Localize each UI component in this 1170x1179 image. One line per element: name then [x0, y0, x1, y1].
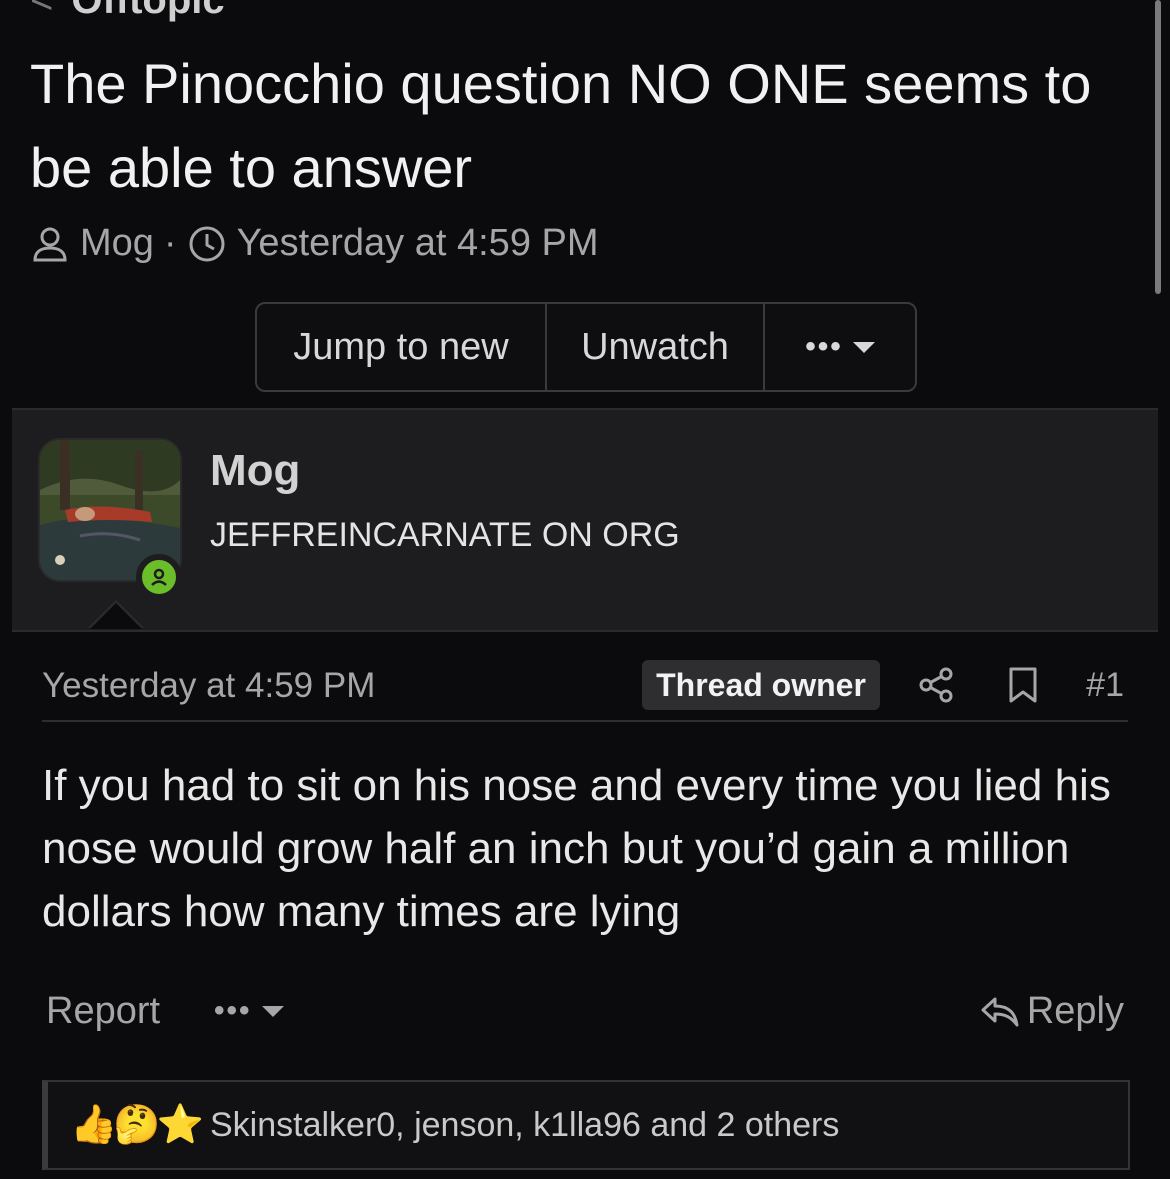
scrollbar[interactable] — [1155, 0, 1161, 294]
post-body: If you had to sit on his nose and every … — [42, 761, 1111, 936]
post-more-button[interactable]: ••• — [214, 994, 284, 1028]
reply-icon — [981, 997, 1019, 1026]
thread-owner-badge: Thread owner — [642, 660, 880, 710]
thread-time[interactable]: Yesterday at 4:59 PM — [237, 222, 599, 265]
share-icon[interactable] — [918, 666, 956, 704]
report-link[interactable]: Report — [46, 990, 160, 1033]
ellipsis-icon: ••• — [805, 330, 843, 363]
reaction-icons: 👍 🤔 ⭐ — [70, 1103, 204, 1147]
online-status-icon — [136, 554, 182, 600]
chevron-down-icon — [261, 1005, 284, 1017]
meta-separator: · — [163, 222, 177, 264]
reactions-bar[interactable]: 👍 🤔 ⭐ Skinstalker0, jenson, k1lla96 and … — [42, 1080, 1130, 1170]
thread-title: The Pinocchio question NO ONE seems to b… — [30, 52, 1092, 199]
star-icon: ⭐ — [156, 1104, 204, 1146]
post-username[interactable]: Mog — [210, 446, 300, 496]
reactions-summary[interactable]: Skinstalker0, jenson, k1lla96 and 2 othe… — [210, 1106, 839, 1145]
reply-button[interactable]: Reply — [979, 990, 1124, 1033]
chevron-down-icon — [852, 341, 875, 353]
thread-meta: Mog · Yesterday at 4:59 PM — [30, 222, 599, 265]
breadcrumb[interactable]: < Offtopic — [30, 0, 225, 23]
user-title: JEFFREINCARNATE ON ORG — [210, 516, 680, 554]
unwatch-button[interactable]: Unwatch — [547, 304, 765, 390]
thinking-face-icon: 🤔 — [113, 1104, 161, 1146]
breadcrumb-label: Offtopic — [71, 0, 225, 22]
user-card: Mog JEFFREINCARNATE ON ORG — [12, 408, 1158, 632]
user-icon — [33, 227, 67, 261]
post-number-link[interactable]: #1 — [1086, 666, 1124, 705]
clock-icon — [189, 226, 225, 261]
post-time[interactable]: Yesterday at 4:59 PM — [42, 666, 375, 706]
post-header: Yesterday at 4:59 PM Thread owner #1 — [42, 660, 1128, 722]
thumbs-up-icon: 👍 — [70, 1104, 118, 1146]
card-pointer — [88, 600, 144, 629]
more-options-button[interactable]: ••• — [765, 304, 915, 390]
bookmark-icon[interactable] — [1006, 666, 1040, 704]
ellipsis-icon: ••• — [214, 994, 252, 1027]
thread-author[interactable]: Mog — [80, 222, 154, 265]
reply-label: Reply — [1026, 990, 1124, 1032]
chevron-left-icon: < — [30, 0, 54, 22]
thread-actions: Jump to new Unwatch ••• — [255, 302, 917, 392]
jump-to-new-button[interactable]: Jump to new — [257, 304, 547, 390]
